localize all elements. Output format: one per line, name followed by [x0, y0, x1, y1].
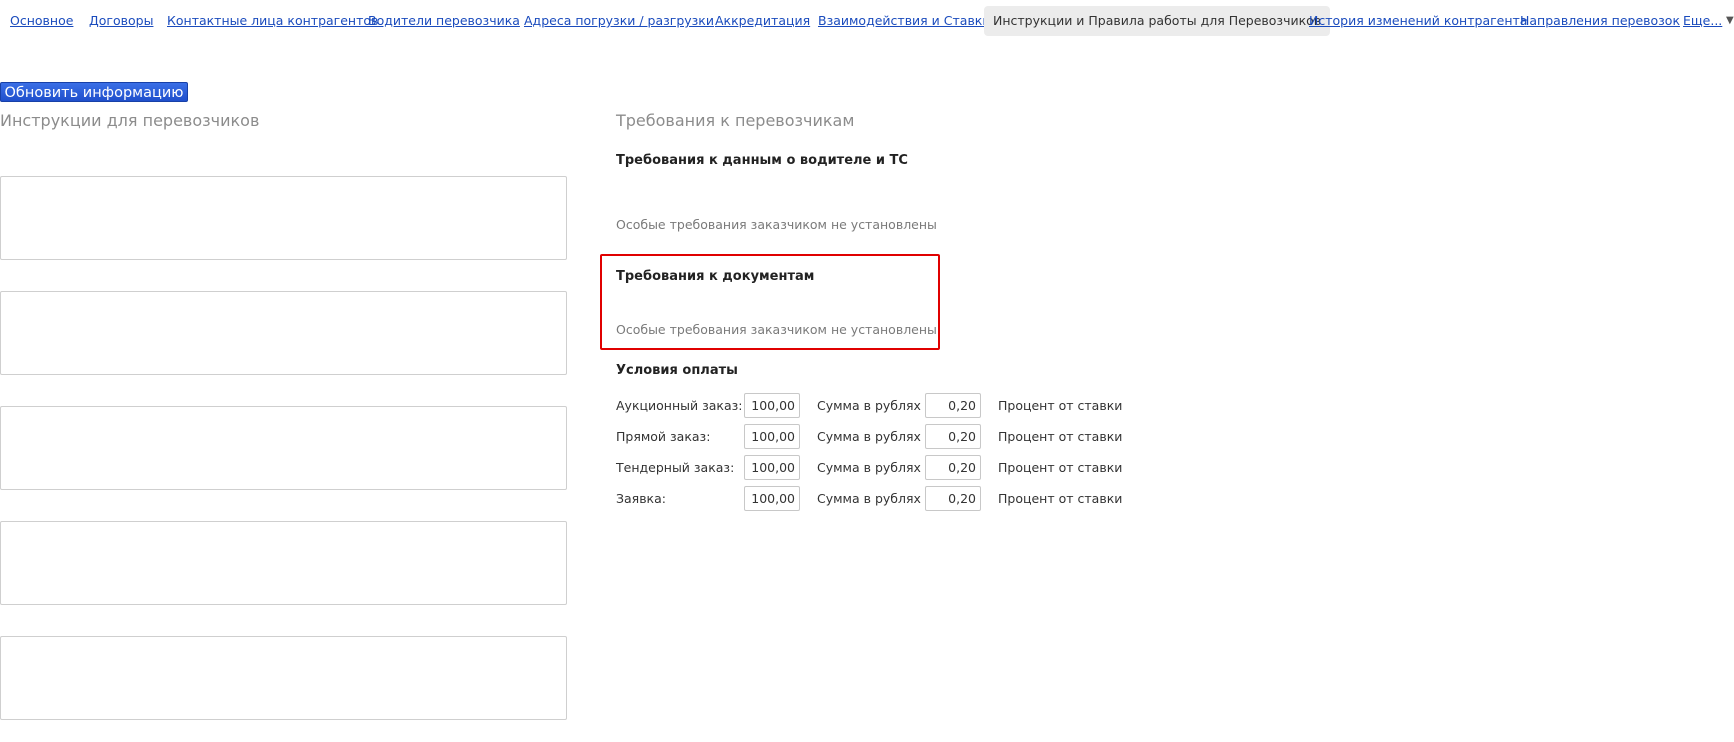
instructions-title: Инструкции для перевозчиков — [0, 111, 260, 130]
payment-row-auction: Аукционный заказ: 100,00 Сумма в рублях … — [616, 393, 1136, 419]
payment-row-direct: Прямой заказ: 100,00 Сумма в рублях 0,20… — [616, 424, 1136, 450]
tab-instructions-rules[interactable]: Инструкции и Правила работы для Перевозч… — [984, 6, 1331, 36]
instruction-field-5[interactable] — [0, 636, 567, 720]
payment-conditions-heading: Условия оплаты — [616, 363, 738, 378]
sum-input[interactable]: 100,00 — [744, 455, 800, 480]
tab-accreditation[interactable]: Аккредитация — [715, 6, 810, 36]
tab-contact-persons[interactable]: Контактные лица контрагентов — [167, 6, 378, 36]
tab-main[interactable]: Основное — [10, 6, 73, 36]
refresh-info-button[interactable]: Обновить информацию — [0, 82, 188, 102]
percent-input[interactable]: 0,20 — [925, 486, 981, 511]
tab-change-history[interactable]: История изменений контрагента — [1309, 6, 1527, 36]
instruction-field-1[interactable] — [0, 176, 567, 260]
percent-input[interactable]: 0,20 — [925, 455, 981, 480]
requirements-title: Требования к перевозчикам — [616, 111, 855, 130]
tab-bar: Основное Договоры Контактные лица контра… — [0, 6, 1734, 36]
sum-input[interactable]: 100,00 — [744, 486, 800, 511]
sum-input[interactable]: 100,00 — [744, 424, 800, 449]
tab-addresses[interactable]: Адреса погрузки / разгрузки — [524, 6, 714, 36]
payment-row-label: Тендерный заказ: — [616, 460, 735, 475]
tab-interactions-rates[interactable]: Взаимодействия и Ставки — [818, 6, 991, 36]
percent-input[interactable]: 0,20 — [925, 393, 981, 418]
sum-unit-label: Сумма в рублях — [817, 429, 921, 444]
payment-row-tender: Тендерный заказ: 100,00 Сумма в рублях 0… — [616, 455, 1136, 481]
percent-input[interactable]: 0,20 — [925, 424, 981, 449]
page-root: Основное Договоры Контактные лица контра… — [0, 0, 1734, 742]
sum-unit-label: Сумма в рублях — [817, 460, 921, 475]
instruction-field-3[interactable] — [0, 406, 567, 490]
payment-row-label: Заявка: — [616, 491, 666, 506]
percent-unit-label: Процент от ставки — [998, 491, 1123, 506]
percent-unit-label: Процент от ставки — [998, 398, 1123, 413]
tab-contracts[interactable]: Договоры — [89, 6, 153, 36]
documents-requirements-heading: Требования к документам — [616, 269, 815, 284]
driver-vehicle-requirements-heading: Требования к данным о водителе и ТС — [616, 153, 908, 168]
instruction-field-2[interactable] — [0, 291, 567, 375]
percent-unit-label: Процент от ставки — [998, 460, 1123, 475]
sum-unit-label: Сумма в рублях — [817, 491, 921, 506]
driver-vehicle-requirements-note: Особые требования заказчиком не установл… — [616, 217, 937, 232]
payment-row-label: Аукционный заказ: — [616, 398, 743, 413]
percent-unit-label: Процент от ставки — [998, 429, 1123, 444]
sum-unit-label: Сумма в рублях — [817, 398, 921, 413]
tab-drivers[interactable]: Водители перевозчика — [368, 6, 520, 36]
documents-requirements-note: Особые требования заказчиком не установл… — [616, 322, 937, 337]
chevron-down-icon[interactable]: ▼ — [1726, 6, 1734, 36]
payment-row-label: Прямой заказ: — [616, 429, 711, 444]
instruction-field-4[interactable] — [0, 521, 567, 605]
payment-row-request: Заявка: 100,00 Сумма в рублях 0,20 Проце… — [616, 486, 1136, 512]
tab-transport-directions[interactable]: Направления перевозок — [1520, 6, 1680, 36]
sum-input[interactable]: 100,00 — [744, 393, 800, 418]
tab-more[interactable]: Еще... — [1683, 6, 1722, 36]
